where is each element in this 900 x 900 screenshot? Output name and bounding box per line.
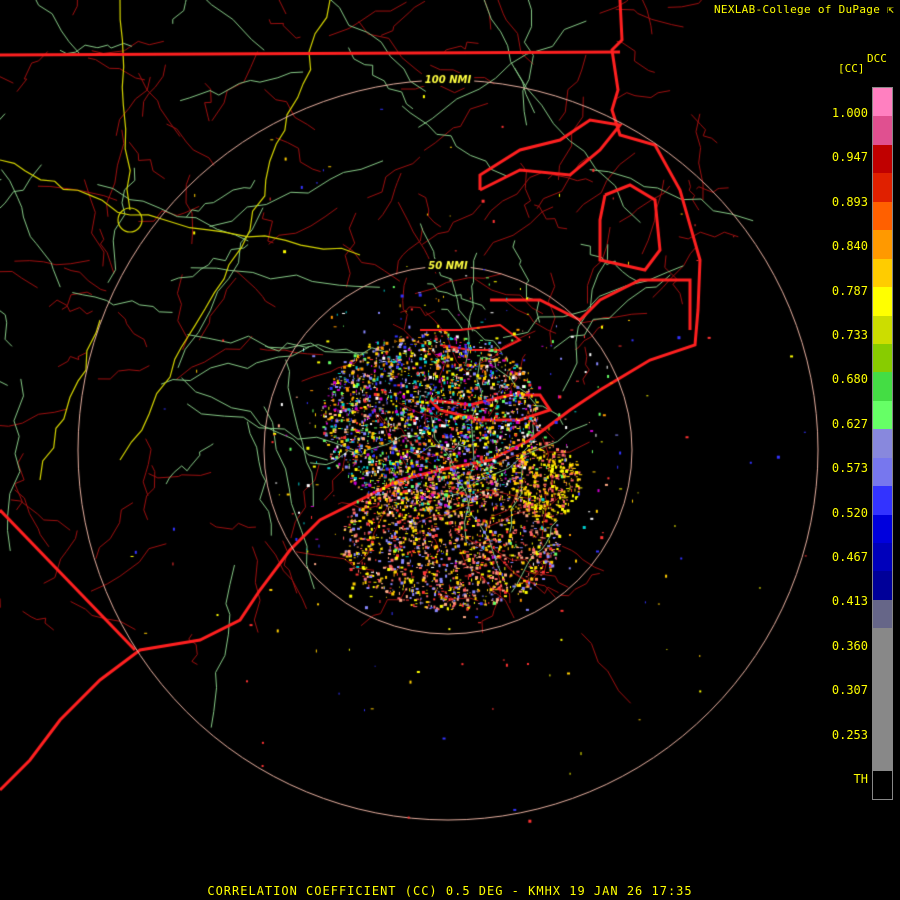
color-scale-swatch <box>873 372 892 401</box>
color-scale-tick-label: 0.360 <box>831 638 868 653</box>
color-scale-swatch <box>873 543 892 572</box>
color-scale-swatch <box>873 429 892 458</box>
product-code: DCC <box>867 52 887 65</box>
color-scale-tick-label: 0.413 <box>831 594 868 609</box>
color-scale-swatch <box>873 116 892 145</box>
color-scale-swatch <box>873 173 892 202</box>
color-scale-swatch <box>873 571 892 600</box>
color-scale-tick-label: 0.467 <box>831 550 868 564</box>
color-scale-swatch <box>873 742 892 771</box>
color-scale-swatch <box>873 400 892 430</box>
color-scale-swatch <box>873 770 892 799</box>
color-scale-tick-label: 0.787 <box>831 283 868 298</box>
color-scale-tick-label: 0.573 <box>831 461 868 476</box>
color-scale-swatch <box>873 258 892 288</box>
color-scale-swatch <box>873 685 892 714</box>
color-scale-tick-label: 0.893 <box>831 194 868 209</box>
radar-map[interactable] <box>0 0 900 900</box>
color-scale-swatch <box>873 514 892 543</box>
color-scale-tick-label: 0.733 <box>831 328 868 342</box>
product-unit: [CC] <box>838 62 865 75</box>
color-scale-tick-label: 0.253 <box>831 727 868 742</box>
color-scale-tick-label: 0.307 <box>831 683 868 698</box>
color-scale-swatch <box>873 713 892 743</box>
color-scale-swatch <box>873 343 892 373</box>
color-scale-tick-label: 0.840 <box>831 239 868 254</box>
color-scale-swatch <box>873 599 892 629</box>
color-scale <box>872 87 893 800</box>
color-scale-tick-label: 0.947 <box>831 150 868 165</box>
color-scale-tick-label: 0.520 <box>831 505 868 520</box>
color-scale-swatch <box>873 144 892 174</box>
color-scale-swatch <box>873 486 892 515</box>
color-scale-swatch <box>873 315 892 344</box>
color-scale-swatch <box>873 230 892 259</box>
color-scale-tick-label: 1.000 <box>831 106 868 120</box>
product-title: CORRELATION COEFFICIENT (CC) 0.5 DEG - K… <box>207 884 693 898</box>
color-scale-tick-label: 0.627 <box>831 416 868 431</box>
color-scale-swatch <box>873 457 892 487</box>
color-scale-swatch <box>873 201 892 231</box>
color-scale-swatch <box>873 628 892 657</box>
color-scale-swatch <box>873 287 892 316</box>
color-scale-tick-label: 0.680 <box>831 372 868 387</box>
color-scale-swatch <box>873 88 892 117</box>
color-scale-swatch <box>873 656 892 686</box>
color-scale-tick-label: TH <box>853 772 868 786</box>
credit-label: NEXLAB-College of DuPage ⇱ <box>713 3 894 16</box>
